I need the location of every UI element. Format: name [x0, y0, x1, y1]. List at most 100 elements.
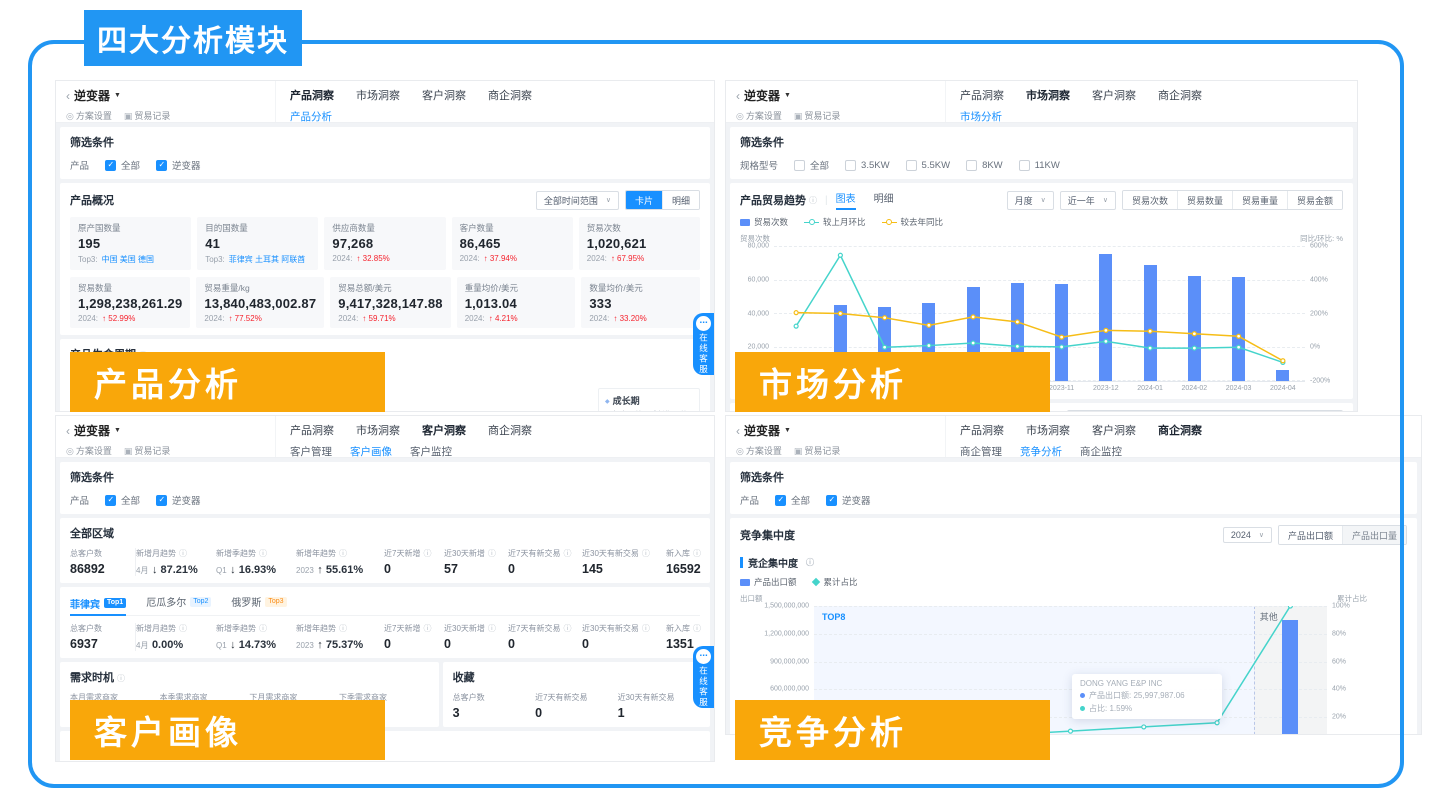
product-selector[interactable]: 逆变器: [74, 87, 110, 104]
nav-tab[interactable]: 市场洞察: [356, 87, 400, 103]
info-icon[interactable]: ⓘ: [488, 624, 496, 633]
trend-view-tab[interactable]: 明细: [874, 190, 894, 210]
trade-records-link[interactable]: ▣贸易记录: [124, 444, 171, 457]
country-tab[interactable]: 厄瓜多尔Top2: [146, 594, 211, 611]
stat-card[interactable]: 贸易数量 1,298,238,261.29 2024:↑ 52.99%: [70, 277, 190, 328]
spec-checkbox-item[interactable]: 3.5KW: [845, 158, 890, 172]
metric-button[interactable]: 贸易金额: [1287, 191, 1342, 209]
checkbox-icon[interactable]: [1019, 160, 1030, 171]
info-icon[interactable]: ⓘ: [806, 557, 814, 568]
stat-card[interactable]: 原产国数量 195 Top3:中国 美国 德国: [70, 217, 191, 270]
nav-tab[interactable]: 产品洞察: [960, 87, 1004, 103]
info-icon[interactable]: ⓘ: [179, 549, 187, 558]
info-icon[interactable]: ⓘ: [563, 549, 571, 558]
info-icon[interactable]: ⓘ: [563, 624, 571, 633]
stat-card[interactable]: 贸易次数 1,020,621 2024:↑ 67.95%: [579, 217, 700, 270]
period-select[interactable]: 月度∨: [1007, 191, 1054, 210]
product-selector[interactable]: 逆变器: [744, 422, 780, 439]
product-checkbox-item[interactable]: 全部: [105, 493, 140, 507]
year-select[interactable]: 2024∨: [1223, 527, 1272, 543]
nav-tab[interactable]: 客户洞察: [422, 87, 466, 103]
product-selector[interactable]: 逆变器: [744, 87, 780, 104]
info-icon[interactable]: ⓘ: [259, 624, 267, 633]
scheme-settings-link[interactable]: ◎方案设置: [736, 109, 782, 122]
nav-tab[interactable]: 市场洞察: [356, 422, 400, 438]
trade-records-link[interactable]: ▣贸易记录: [794, 109, 841, 122]
nav-tab[interactable]: 市场洞察: [1026, 87, 1070, 103]
product-checkbox-item[interactable]: 全部: [105, 158, 140, 172]
nav-tab[interactable]: 商企洞察: [488, 87, 532, 103]
country-tab[interactable]: 俄罗斯Top3: [231, 594, 286, 611]
info-icon[interactable]: ⓘ: [423, 549, 431, 558]
export-metric-button[interactable]: 产品出口量: [1342, 526, 1406, 544]
checkbox-icon[interactable]: [826, 495, 837, 506]
spec-checkbox-item[interactable]: 5.5KW: [906, 158, 951, 172]
spec-checkbox-item[interactable]: 全部: [794, 158, 829, 172]
nav-tab[interactable]: 产品洞察: [960, 422, 1004, 438]
info-icon[interactable]: ⓘ: [693, 549, 701, 558]
nav-tab[interactable]: 产品洞察: [290, 87, 334, 103]
info-icon[interactable]: ⓘ: [693, 624, 701, 633]
stat-card[interactable]: 贸易重量/kg 13,840,483,002.87 2024:↑ 77.52%: [196, 277, 324, 328]
nav-tab[interactable]: 商企洞察: [1158, 422, 1202, 438]
product-checkbox-item[interactable]: 全部: [775, 493, 810, 507]
trade-records-link[interactable]: ▣贸易记录: [124, 109, 171, 122]
stat-card[interactable]: 客户数量 86,465 2024:↑ 37.94%: [452, 217, 573, 270]
view-toggle-button[interactable]: 明细: [662, 191, 699, 209]
stat-card[interactable]: 目的国数量 41 Top3:菲律宾 土耳其 阿联酋: [197, 217, 318, 270]
metric-button[interactable]: 贸易数量: [1177, 191, 1232, 209]
product-selector[interactable]: 逆变器: [74, 422, 110, 439]
product-checkbox-item[interactable]: 逆变器: [826, 493, 871, 507]
stat-card[interactable]: 重量均价/美元 1,013.04 2024:↑ 4.21%: [457, 277, 576, 328]
product-checkbox-item[interactable]: 逆变器: [156, 493, 201, 507]
nav-tab[interactable]: 客户洞察: [422, 422, 466, 438]
view-toggle-button[interactable]: 卡片: [626, 191, 662, 209]
nav-tab[interactable]: 客户洞察: [1092, 87, 1136, 103]
back-icon[interactable]: ‹: [66, 424, 70, 438]
info-icon[interactable]: ⓘ: [179, 624, 187, 633]
scheme-settings-link[interactable]: ◎方案设置: [66, 109, 112, 122]
metric-button[interactable]: 贸易重量: [1232, 191, 1287, 209]
metric-button[interactable]: 贸易次数: [1123, 191, 1177, 209]
scheme-settings-link[interactable]: ◎方案设置: [736, 444, 782, 457]
checkbox-icon[interactable]: [775, 495, 786, 506]
spec-checkbox-item[interactable]: 8KW: [966, 158, 1003, 172]
trend-view-tab[interactable]: 图表: [836, 190, 856, 210]
lifecycle-stage[interactable]: 成长期 目标产品处于成长期，整体趋势呈快速增长: [598, 388, 700, 411]
export-metric-button[interactable]: 产品出口额: [1279, 526, 1342, 544]
info-icon[interactable]: ⓘ: [339, 549, 347, 558]
back-icon[interactable]: ‹: [736, 424, 740, 438]
spec-checkbox-item[interactable]: 11KW: [1019, 158, 1060, 172]
stat-card[interactable]: 数量均价/美元 333 2024:↑ 33.20%: [581, 277, 700, 328]
checkbox-icon[interactable]: [105, 160, 116, 171]
info-icon[interactable]: ⓘ: [339, 624, 347, 633]
info-icon[interactable]: ⓘ: [259, 549, 267, 558]
checkbox-icon[interactable]: [156, 160, 167, 171]
checkbox-icon[interactable]: [105, 495, 116, 506]
nav-tab[interactable]: 客户洞察: [1092, 422, 1136, 438]
country-tab[interactable]: 菲律宾Top1: [70, 594, 126, 616]
checkbox-icon[interactable]: [906, 160, 917, 171]
checkbox-icon[interactable]: [966, 160, 977, 171]
info-icon[interactable]: ⓘ: [642, 624, 650, 633]
checkbox-icon[interactable]: [794, 160, 805, 171]
online-service-button[interactable]: ⋯ 在线客服: [693, 646, 714, 708]
nav-tab[interactable]: 商企洞察: [488, 422, 532, 438]
info-icon[interactable]: ⓘ: [809, 195, 817, 206]
checkbox-icon[interactable]: [845, 160, 856, 171]
checkbox-icon[interactable]: [156, 495, 167, 506]
info-icon[interactable]: ⓘ: [642, 549, 650, 558]
scheme-settings-link[interactable]: ◎方案设置: [66, 444, 112, 457]
nav-tab[interactable]: 商企洞察: [1158, 87, 1202, 103]
nav-tab[interactable]: 产品洞察: [290, 422, 334, 438]
stat-card[interactable]: 贸易总额/美元 9,417,328,147.88 2024:↑ 59.71%: [330, 277, 450, 328]
trade-records-link[interactable]: ▣贸易记录: [794, 444, 841, 457]
range-select[interactable]: 近一年∨: [1060, 191, 1116, 210]
online-service-button[interactable]: ⋯ 在线客服: [693, 313, 714, 375]
stat-card[interactable]: 供应商数量 97,268 2024:↑ 32.85%: [324, 217, 445, 270]
back-icon[interactable]: ‹: [736, 89, 740, 103]
info-icon[interactable]: ⓘ: [423, 624, 431, 633]
nav-tab[interactable]: 市场洞察: [1026, 422, 1070, 438]
info-icon[interactable]: ⓘ: [117, 674, 125, 683]
back-icon[interactable]: ‹: [66, 89, 70, 103]
